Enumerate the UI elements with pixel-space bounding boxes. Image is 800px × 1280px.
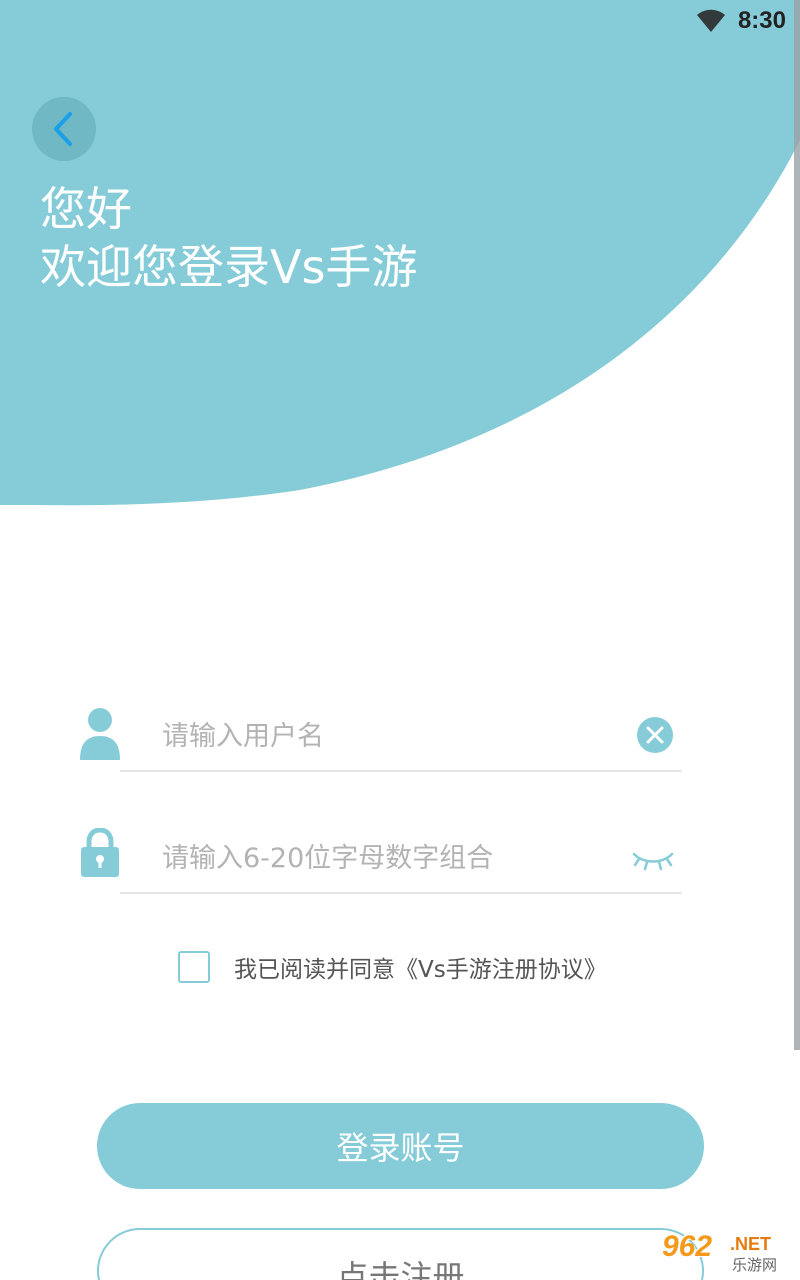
chevron-left-icon [54, 112, 72, 146]
password-input[interactable] [160, 832, 604, 884]
agreement-prefix: 我已阅读并同意 [234, 957, 395, 983]
scrollbar[interactable] [794, 0, 800, 1050]
watermark-main: 962 [662, 1230, 713, 1263]
lock-icon [78, 827, 122, 882]
agreement-link[interactable]: 《Vs手游注册协议》 [395, 957, 607, 983]
eye-closed-icon[interactable] [632, 848, 674, 876]
username-field-row [78, 702, 682, 772]
welcome-heading: 您好 欢迎您登录Vs手游 [40, 180, 417, 296]
login-button[interactable]: 登录账号 [97, 1103, 704, 1189]
status-bar: 8:30 [696, 6, 786, 36]
watermark-sub: 乐游网 [732, 1256, 778, 1274]
site-watermark-logo: 962 .NET 乐游网 [662, 1230, 792, 1276]
watermark-suffix: .NET [730, 1234, 772, 1254]
agreement-checkbox[interactable] [178, 951, 210, 983]
password-field-row [78, 824, 682, 894]
greeting-line-1: 您好 [40, 182, 132, 236]
status-time: 8:30 [737, 7, 786, 34]
agreement-text: 我已阅读并同意《Vs手游注册协议》 [234, 950, 607, 984]
username-underline [120, 770, 682, 772]
login-screen: 8:30 您好 欢迎您登录Vs手游 请输入用户名 我已阅读并同意《Vs手游注册协… [0, 0, 800, 1280]
register-button[interactable]: 点击注册 [97, 1228, 704, 1280]
back-button[interactable] [32, 97, 96, 161]
username-input[interactable] [160, 710, 604, 762]
wifi-icon [696, 9, 725, 32]
clear-circle-icon[interactable] [636, 716, 674, 758]
user-icon [78, 706, 122, 766]
password-underline [120, 892, 682, 894]
greeting-line-2: 欢迎您登录Vs手游 [40, 240, 418, 294]
agreement-row: 我已阅读并同意《Vs手游注册协议》 [178, 950, 607, 984]
